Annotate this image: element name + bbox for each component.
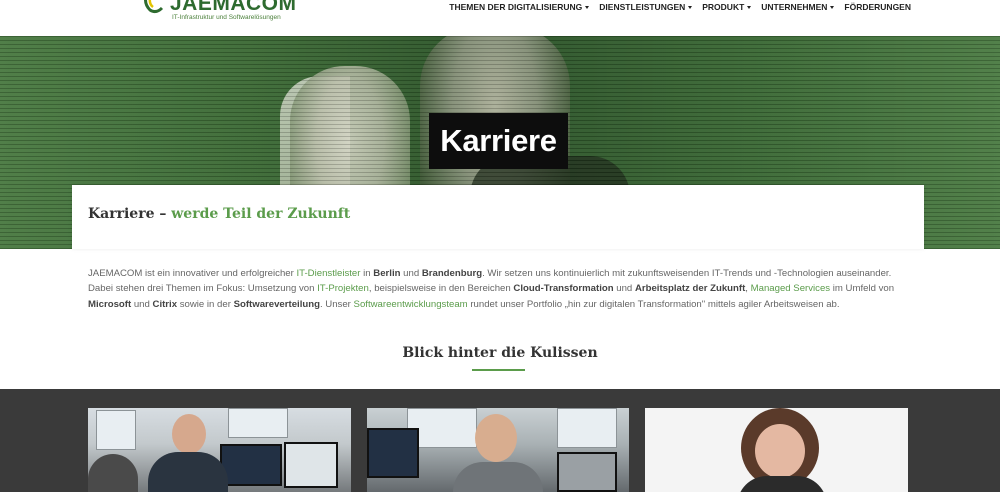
intro-text: und: [613, 283, 635, 295]
intro-card: Karriere – werde Teil der Zukunft: [72, 185, 924, 249]
intro-strong: Arbeitsplatz der Zukunft: [634, 283, 746, 295]
intro-card-title-accent: werde Teil der Zukunft: [171, 206, 351, 222]
gallery-photo-2[interactable]: [367, 408, 629, 492]
photo-person-shirt: [148, 452, 228, 492]
nav-item-label: UNTERNEHMEN: [761, 2, 828, 12]
intro-paragraph: JAEMACOM ist ein innovativer und erfolgr…: [88, 266, 908, 312]
section-divider: [472, 369, 525, 371]
caret-down-icon: [585, 6, 590, 10]
nav-item-produkt[interactable]: PRODUKT: [697, 2, 756, 12]
intro-strong: Berlin: [373, 268, 401, 279]
nav-item-unternehmen[interactable]: UNTERNEHMEN: [756, 2, 839, 12]
photo-person-shirt: [453, 462, 543, 492]
caret-down-icon: [830, 6, 835, 10]
link-it-projekten[interactable]: IT-Projekten: [317, 283, 369, 294]
intro-strong: Softwareverteilung: [233, 298, 320, 310]
main-nav: THEMEN DER DIGITALISIERUNG DIENSTLEISTUN…: [444, 2, 916, 12]
intro-text: im Umfeld von: [830, 283, 895, 295]
behind-the-scenes-gallery: [0, 389, 1000, 492]
logo-mark-icon: [144, 0, 164, 14]
photo-window: [96, 410, 136, 450]
intro-text: in: [360, 268, 374, 279]
section-title: Blick hinter die Kulissen: [402, 345, 598, 361]
photo-chair: [88, 454, 138, 492]
intro-strong: Cloud-Transformation: [513, 283, 614, 295]
site-logo[interactable]: JAEMACOM IT-Infrastruktur und Softwarelö…: [140, 0, 300, 28]
photo-person-head: [172, 414, 206, 454]
caret-down-icon: [747, 6, 752, 10]
photo-window: [557, 408, 617, 448]
gallery-photo-3[interactable]: [645, 408, 908, 492]
intro-strong: Citrix: [152, 298, 178, 310]
nav-item-label: THEMEN DER DIGITALISIERUNG: [449, 2, 583, 12]
intro-text: JAEMACOM ist ein innovativer und erfolgr…: [88, 268, 297, 279]
page-title: Karriere: [440, 123, 557, 158]
intro-text: rundet unser Portfolio „hin zur digitale…: [467, 298, 840, 310]
link-managed-services[interactable]: Managed Services: [751, 283, 830, 294]
logo-tagline: IT-Infrastruktur und Softwarelösungen: [172, 14, 281, 21]
nav-item-themen[interactable]: THEMEN DER DIGITALISIERUNG: [444, 2, 594, 12]
intro-card-title-prefix: Karriere –: [88, 206, 172, 222]
photo-monitor: [220, 444, 282, 486]
photo-window: [228, 408, 288, 438]
gallery-photo-1[interactable]: [88, 408, 351, 492]
hero-title-box: Karriere: [429, 113, 568, 169]
photo-monitor: [557, 452, 617, 492]
caret-down-icon: [688, 6, 693, 10]
intro-text: und: [400, 268, 422, 279]
photo-monitor: [284, 442, 338, 488]
photo-person-head: [755, 424, 805, 478]
intro-text: . Unser: [319, 298, 354, 310]
nav-item-label: PRODUKT: [702, 2, 745, 12]
intro-text: sowie in der: [177, 298, 234, 310]
nav-item-label: FÖRDERUNGEN: [844, 2, 911, 12]
link-it-dienstleister[interactable]: IT-Dienstleister: [296, 268, 360, 279]
site-header: JAEMACOM IT-Infrastruktur und Softwarelö…: [0, 0, 1000, 36]
nav-item-dienstleistungen[interactable]: DIENSTLEISTUNGEN: [594, 2, 697, 12]
photo-person-head: [475, 414, 517, 462]
intro-strong: Microsoft: [88, 298, 132, 310]
intro-card-title: Karriere – werde Teil der Zukunft: [88, 206, 350, 222]
nav-item-label: DIENSTLEISTUNGEN: [599, 2, 686, 12]
photo-monitor: [367, 428, 419, 478]
nav-item-foerderungen[interactable]: FÖRDERUNGEN: [839, 2, 916, 12]
intro-strong: Brandenburg: [421, 268, 483, 279]
link-softwareentwicklungsteam[interactable]: Softwareentwicklungsteam: [354, 299, 468, 310]
intro-text: und: [131, 298, 153, 310]
photo-person-shirt: [737, 476, 827, 492]
intro-text: , beispielsweise in den Bereichen: [368, 283, 514, 295]
